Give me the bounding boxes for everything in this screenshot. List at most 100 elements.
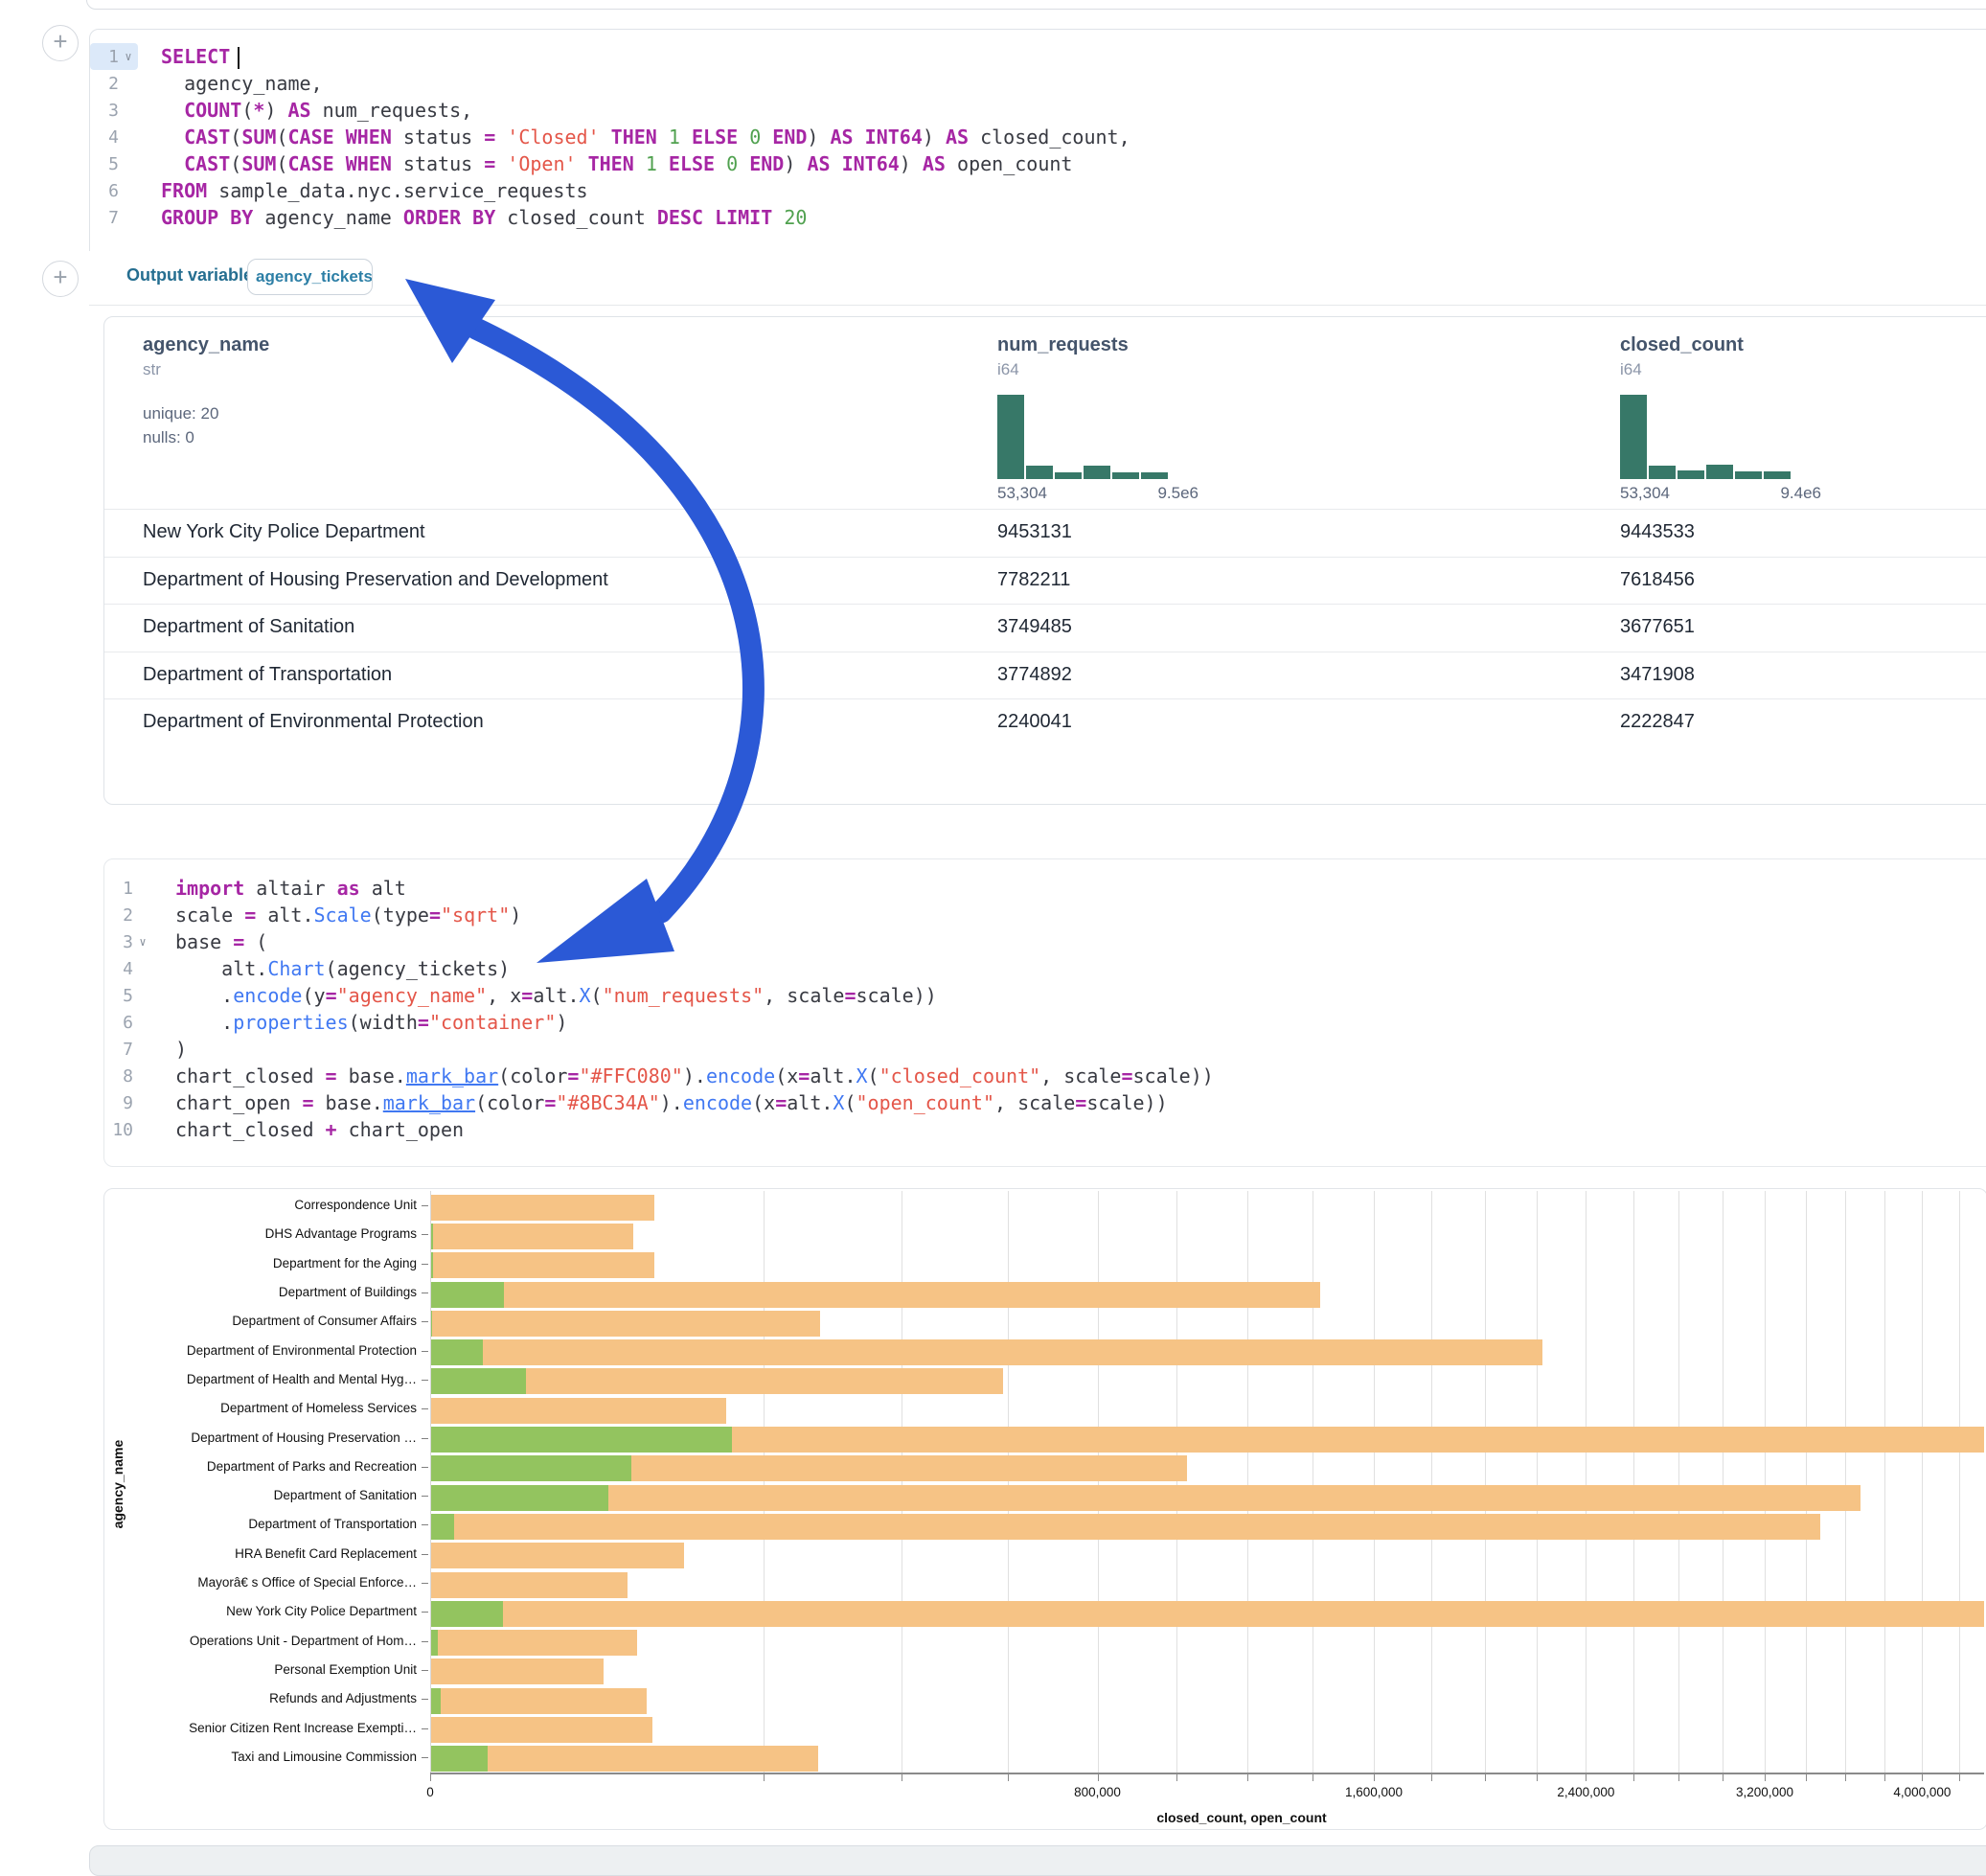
gridline [1922,1191,1923,1773]
gridline [1884,1191,1885,1773]
code-line: 6 .properties(width="container") [104,1009,1986,1036]
column-stat-unique: unique: 20 [143,404,269,423]
gridline [1485,1191,1486,1773]
code-line: 6FROM sample_data.nyc.service_requests [90,177,1986,204]
x-tick [1431,1774,1432,1781]
chart-card: agency_name Correspondence UnitDHS Advan… [103,1188,1986,1830]
fold-chevron-icon[interactable]: ∨ [133,935,152,949]
column-type-agency-name: str [143,360,269,379]
python-code-editor[interactable]: 1import altair as alt2scale = alt.Scale(… [104,875,1986,1143]
y-tick [422,1699,428,1700]
histogram-bar [1649,466,1676,479]
table-cell: 3749485 [997,616,1072,638]
gridline [1586,1191,1587,1773]
fold-chevron-icon[interactable]: ∨ [119,50,138,63]
bar-closed-count [430,1252,654,1278]
line-number: 3 [104,932,133,952]
chart-x-axis-line [430,1773,1984,1774]
x-tick [1008,1774,1009,1781]
sql-cell[interactable]: 1∨SELECT2 agency_name,3 COUNT(*) AS num_… [89,29,1986,253]
python-cell[interactable]: 1import altair as alt2scale = alt.Scale(… [103,858,1986,1167]
add-cell-button-output[interactable]: + [42,261,79,297]
code-line: 2scale = alt.Scale(type="sqrt") [104,902,1986,928]
y-tick [422,1438,428,1439]
line-number: 5 [90,154,119,174]
x-tick [1374,1774,1375,1781]
next-cell-edge[interactable] [89,1845,1986,1876]
gridline [1374,1191,1375,1773]
bar-open-count [430,1282,504,1308]
gridline [1765,1191,1766,1773]
table-cell: 3677651 [1620,616,1695,638]
output-variable-row: Output variable: agency_tickets [89,251,1986,306]
table-row[interactable]: Department of Transportation377489234719… [104,652,1986,700]
x-tick [1765,1774,1766,1781]
y-tick [422,1264,428,1265]
add-cell-button-top[interactable]: + [42,25,79,61]
text-cursor [238,47,240,69]
column-header-closed-count[interactable]: closed_count [1620,334,1821,356]
y-tick [422,1641,428,1642]
bar-open-count [430,1427,732,1453]
code-line: 7) [104,1036,1986,1063]
code-line: 9chart_open = base.mark_bar(color="#8BC3… [104,1089,1986,1116]
bar-open-count [430,1368,526,1394]
gridline [1806,1191,1807,1773]
x-tick [1098,1774,1099,1781]
table-row[interactable]: Department of Environmental Protection 22… [104,698,1986,747]
x-tick [1537,1774,1538,1781]
code-line: 10chart_closed + chart_open [104,1116,1986,1143]
y-tick [422,1496,428,1497]
histogram-num-requests [997,395,1170,479]
code-line: 8chart_closed = base.mark_bar(color="#FF… [104,1063,1986,1089]
code-line: 5 .encode(y="agency_name", x=alt.X("num_… [104,982,1986,1009]
x-tick [430,1774,431,1781]
gridline [1959,1191,1960,1773]
y-axis-label: Refunds and Adjustments [104,1692,417,1705]
y-axis-label: Department for the Aging [104,1257,417,1270]
sql-code-editor[interactable]: 1∨SELECT2 agency_name,3 COUNT(*) AS num_… [90,43,1986,231]
code-line: 2 agency_name, [90,70,1986,97]
bar-open-count [430,1601,503,1627]
bar-closed-count [430,1630,637,1656]
histogram-closed-count [1620,395,1792,479]
histogram-bar [1026,466,1053,479]
y-axis-label: Department of Environmental Protection [104,1344,417,1358]
gridline [1176,1191,1177,1773]
gridline [1098,1191,1099,1773]
bar-open-count [430,1688,441,1714]
bar-open-count [430,1339,483,1365]
y-tick [422,1351,428,1352]
y-axis-label: Taxi and Limousine Commission [104,1750,417,1764]
histogram-bar [1678,470,1704,479]
bar-open-count [430,1455,631,1481]
code-line: 5 CAST(SUM(CASE WHEN status = 'Open' THE… [90,150,1986,177]
gridline [1247,1191,1248,1773]
y-tick [422,1380,428,1381]
table-cell: Department of Environmental Protection [143,711,484,733]
x-tick [1959,1774,1960,1781]
gridline [1678,1191,1679,1773]
x-tick [1633,1774,1634,1781]
line-number: 1 [90,47,119,67]
table-row[interactable]: Department of Sanitation37494853677651 [104,604,1986,652]
table-row[interactable]: Department of Housing Preservation and D… [104,557,1986,606]
table-row[interactable]: New York City Police Department945313194… [104,509,1986,558]
x-tick [1586,1774,1587,1781]
table-cell: 3471908 [1620,664,1695,686]
table-cell: Department of Housing Preservation and D… [143,569,608,591]
line-number: 3 [90,101,119,121]
table-cell: 2222847 [1620,711,1695,733]
chart-plot-area [430,1191,1984,1773]
histogram-bar [1764,471,1791,479]
column-header-num-requests[interactable]: num_requests [997,334,1198,356]
x-tick-label: 2,400,000 [1557,1785,1614,1799]
y-axis-label: Mayorâ€ s Office of Special Enforce… [104,1576,417,1590]
bar-closed-count [430,1224,633,1249]
output-variable-pill[interactable]: agency_tickets [247,259,373,295]
column-header-agency-name[interactable]: agency_name [143,334,269,356]
histogram-bar [1084,466,1110,479]
line-number: 7 [104,1040,133,1060]
x-tick-label: 1,600,000 [1345,1785,1403,1799]
y-tick [422,1467,428,1468]
